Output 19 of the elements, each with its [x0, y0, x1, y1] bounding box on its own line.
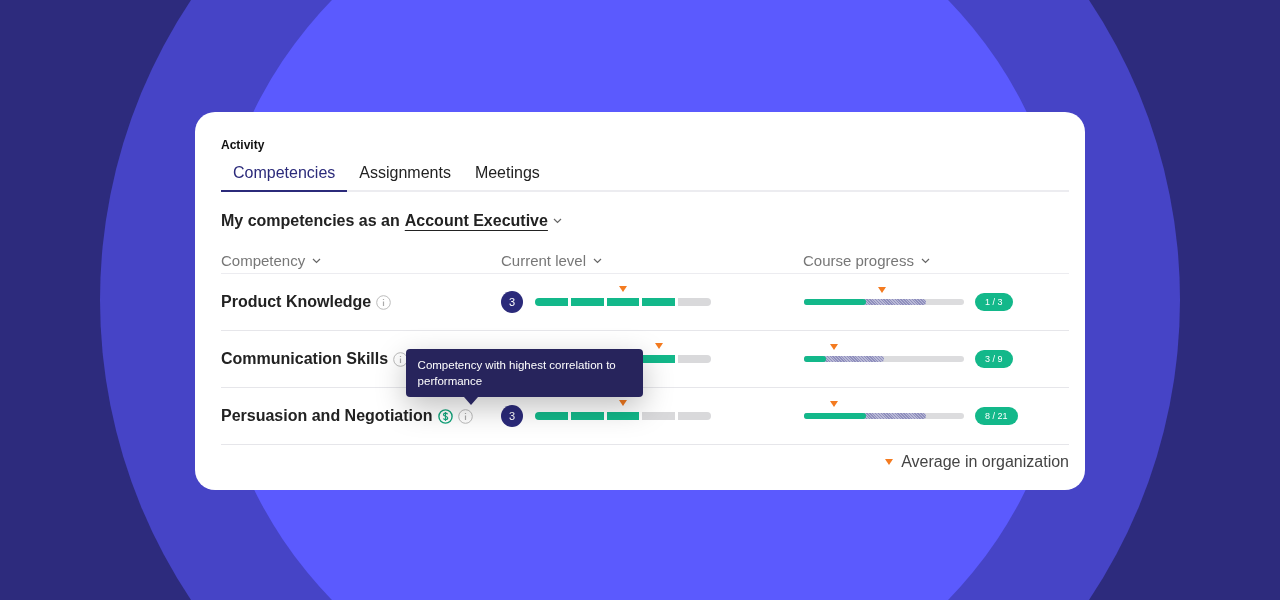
level-badge: 3: [501, 405, 523, 427]
competency-name: Communication Skills: [221, 350, 389, 368]
card-title: Activity: [221, 138, 266, 152]
tab[interactable]: Meetings: [462, 164, 552, 192]
competency-name: Persuasion and Negotiation: [221, 407, 433, 425]
role-link[interactable]: Account Executive: [404, 212, 548, 230]
legend-text: Average in organization: [901, 453, 1069, 471]
course-count: 3 / 9: [975, 350, 1013, 368]
tooltip: Competency with highest correlation to performance: [405, 348, 643, 397]
heading-text: My competencies as an: [221, 212, 400, 230]
column-header[interactable]: Current level: [501, 252, 587, 269]
competency-name: Product Knowledge: [221, 293, 372, 311]
tab[interactable]: Assignments: [347, 164, 463, 192]
column-header[interactable]: Competency: [221, 252, 306, 269]
course-count: 8 / 21: [975, 407, 1018, 425]
course-count: 1 / 3: [975, 293, 1013, 311]
column-header[interactable]: Course progress: [803, 252, 914, 269]
level-badge: 3: [501, 291, 523, 313]
tab[interactable]: Competencies: [221, 164, 348, 192]
